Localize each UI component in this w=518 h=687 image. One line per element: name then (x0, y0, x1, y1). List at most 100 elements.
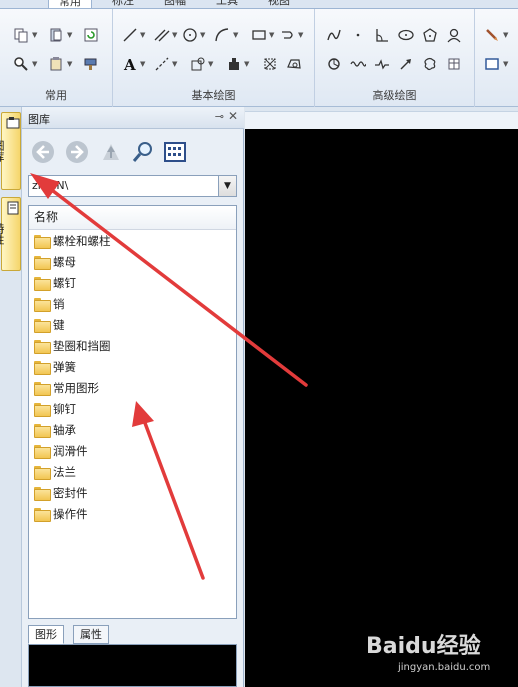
tab-annotation[interactable]: 标注 (112, 0, 134, 8)
dropdown-arrow-icon[interactable]: ▼ (67, 60, 72, 68)
text-icon[interactable]: A (121, 55, 139, 73)
dropdown-arrow-icon[interactable]: ▼ (298, 31, 303, 39)
dropdown-arrow-icon[interactable]: ▼ (269, 31, 274, 39)
folder-icon (34, 507, 51, 522)
arrow-icon[interactable] (397, 55, 415, 73)
dropdown-arrow-icon[interactable]: ▼ (140, 60, 145, 68)
user-shape-icon[interactable] (445, 26, 463, 44)
hatch-icon[interactable] (189, 55, 207, 73)
tab-attributes[interactable]: 属性 (73, 625, 109, 644)
pin-icon[interactable]: ⊸ (215, 110, 224, 123)
point-style-icon[interactable] (225, 55, 243, 73)
view-mode-button[interactable] (162, 139, 188, 165)
dropdown-arrow-icon[interactable]: ▼ (172, 60, 177, 68)
document-tab[interactable] (245, 111, 518, 129)
parallel-line-icon[interactable] (153, 26, 171, 44)
select-rect-icon[interactable] (483, 55, 501, 73)
tab-graphic[interactable]: 图形 (28, 625, 64, 644)
dropdown-arrow-icon[interactable]: ▼ (32, 60, 37, 68)
circle-icon[interactable] (181, 26, 199, 44)
dropdown-arrow-icon[interactable]: ▼ (32, 31, 37, 39)
spline-icon[interactable] (325, 26, 343, 44)
list-item-label: 润滑件 (53, 443, 88, 458)
ellipse-icon[interactable] (397, 26, 415, 44)
list-item[interactable]: 螺栓和螺柱 (29, 230, 236, 251)
list-item-label: 销 (53, 296, 65, 311)
list-item[interactable]: 铆钉 (29, 398, 236, 419)
grid-view-icon (164, 142, 186, 162)
tab-sheet[interactable]: 图幅 (164, 0, 186, 8)
dropdown-arrow-icon[interactable]: ▼ (503, 60, 508, 68)
list-item[interactable]: 法兰 (29, 461, 236, 482)
list-item-label: 垫圈和挡圈 (53, 338, 111, 353)
dropdown-arrow-icon[interactable]: ▼ (233, 31, 238, 39)
search-icon (132, 142, 152, 162)
table-shape-icon[interactable] (445, 55, 463, 73)
folder-icon (34, 402, 51, 417)
copy-icon[interactable] (12, 26, 30, 44)
side-tab-properties[interactable]: 特性 (0, 197, 21, 271)
dropdown-arrow-icon[interactable]: ▼ (503, 31, 508, 39)
back-button[interactable] (30, 139, 56, 165)
list-item[interactable]: 轴承 (29, 419, 236, 440)
gear-shape-icon[interactable] (325, 55, 343, 73)
arc-icon[interactable] (213, 26, 231, 44)
dropdown-arrow-icon[interactable]: ▼ (244, 60, 249, 68)
block-icon[interactable] (261, 55, 279, 73)
dropdown-arrow-icon[interactable]: ▼ (200, 31, 205, 39)
list-item[interactable]: 密封件 (29, 482, 236, 503)
side-tab-strip: 图库 特性 (0, 107, 22, 687)
column-header-name[interactable]: 名称 (29, 206, 236, 230)
list-item[interactable]: 螺母 (29, 251, 236, 272)
region-icon[interactable] (285, 55, 303, 73)
tab-view[interactable]: 视图 (268, 0, 290, 8)
list-item[interactable]: 螺钉 (29, 272, 236, 293)
eraser-icon[interactable] (483, 26, 501, 44)
forward-button[interactable] (64, 139, 90, 165)
centerline-icon[interactable] (153, 55, 171, 73)
polyline-icon[interactable] (279, 26, 297, 44)
polygon-icon[interactable] (421, 26, 439, 44)
layers-icon[interactable] (47, 26, 65, 44)
dropdown-arrow-icon[interactable]: ▼ (67, 31, 72, 39)
list-item[interactable]: 键 (29, 314, 236, 335)
search-button[interactable] (130, 139, 156, 165)
angle-line-icon[interactable] (373, 26, 391, 44)
list-item-label: 螺母 (53, 254, 76, 269)
tab-tools[interactable]: 工具 (216, 0, 238, 8)
list-item[interactable]: 弹簧 (29, 356, 236, 377)
wave-line-icon[interactable] (349, 55, 367, 73)
close-icon[interactable]: ✕ (228, 109, 238, 123)
rectangle-icon[interactable] (250, 26, 268, 44)
list-item[interactable]: 销 (29, 293, 236, 314)
list-item[interactable]: 操作件 (29, 503, 236, 524)
clipboard-icon[interactable] (47, 55, 65, 73)
preview-tabs: 图形 属性 (28, 625, 237, 645)
library-panel: 图库 ⊸ ✕ zh-CN\ ▼ 名称 螺栓和螺柱 螺母 螺钉销键垫圈和挡圈 弹簧 常用图… (22, 107, 244, 687)
list-item-label: 螺钉 (53, 275, 76, 290)
chevron-down-icon[interactable]: ▼ (218, 176, 236, 196)
side-tab-library[interactable]: 图库 (0, 112, 21, 190)
dropdown-arrow-icon[interactable]: ▼ (172, 31, 177, 39)
drawing-canvas[interactable] (245, 129, 518, 687)
point-icon[interactable] (349, 26, 367, 44)
refresh-icon[interactable] (82, 26, 100, 44)
up-level-button[interactable] (98, 139, 124, 165)
library-tab-icon (6, 116, 20, 130)
folder-icon (34, 255, 51, 270)
line-icon[interactable] (121, 26, 139, 44)
list-item[interactable]: 润滑件 (29, 440, 236, 461)
list-item[interactable]: 常用图形 (29, 377, 236, 398)
path-combobox[interactable]: zh-CN\ ▼ (28, 175, 237, 197)
dropdown-arrow-icon[interactable]: ▼ (140, 31, 145, 39)
cloud-line-icon[interactable] (421, 55, 439, 73)
format-paint-icon[interactable] (82, 55, 100, 73)
ribbon-group-common: ▼ ▼ ▼ ▼ 常用 (0, 9, 113, 107)
up-folder-icon (103, 144, 119, 160)
break-line-icon[interactable] (373, 55, 391, 73)
list-item[interactable]: 垫圈和挡圈 (29, 335, 236, 356)
dropdown-arrow-icon[interactable]: ▼ (208, 60, 213, 68)
folder-icon (34, 297, 51, 312)
tab-common[interactable]: 常用 (48, 0, 92, 8)
zoom-icon[interactable] (12, 55, 30, 73)
